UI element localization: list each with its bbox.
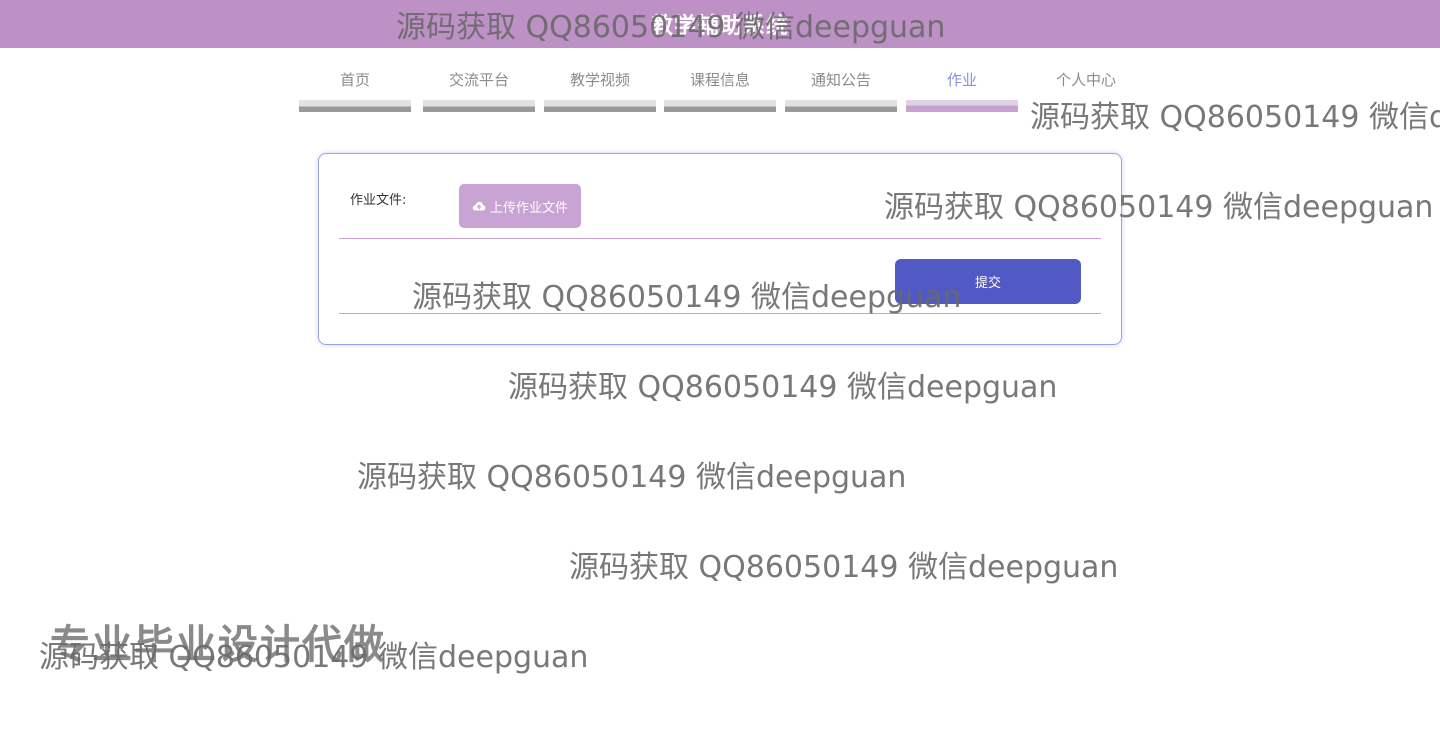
- nav-underline: [423, 100, 535, 112]
- nav-underline-active: [906, 100, 1018, 112]
- site-title: 教学辅助系统: [650, 14, 789, 39]
- main-nav: 首页 交流平台 教学视频 课程信息 通知公告 作业 个人中心: [0, 48, 1440, 128]
- nav-item-home[interactable]: 首页: [299, 70, 411, 112]
- promo-banner-text: 专业毕业设计代做: [50, 622, 386, 668]
- nav-label: 交流平台: [448, 71, 509, 89]
- watermark-text: 源码获取 QQ86050149 微信deepguan: [569, 550, 1119, 585]
- nav-label: 首页: [339, 71, 370, 89]
- upload-homework-button[interactable]: 上传作业文件: [459, 184, 581, 228]
- form-divider: [339, 238, 1101, 239]
- homework-form-card: 作业文件: 上传作业文件 提交: [318, 153, 1122, 345]
- homework-file-label: 作业文件:: [350, 193, 407, 208]
- form-divider: [339, 313, 1101, 314]
- top-header: 教学辅助系统: [0, 0, 1440, 48]
- nav-item-homework[interactable]: 作业: [906, 70, 1018, 112]
- nav-label: 作业: [946, 71, 977, 89]
- nav-underline: [785, 100, 897, 112]
- nav-item-notices[interactable]: 通知公告: [785, 70, 897, 112]
- nav-label: 通知公告: [810, 71, 871, 89]
- cloud-upload-icon: [472, 200, 486, 212]
- nav-underline: [299, 100, 411, 112]
- nav-underline: [664, 100, 776, 112]
- nav-item-courses[interactable]: 课程信息: [664, 70, 776, 112]
- nav-label: 教学视频: [569, 71, 630, 89]
- watermark-text: 源码获取 QQ86050149 微信deepguan: [508, 370, 1058, 405]
- upload-button-label: 上传作业文件: [489, 200, 568, 216]
- nav-underline: [544, 100, 656, 112]
- nav-label: 个人中心: [1055, 71, 1116, 89]
- nav-item-profile[interactable]: 个人中心: [1030, 70, 1142, 112]
- nav-item-forum[interactable]: 交流平台: [423, 70, 535, 112]
- nav-label: 课程信息: [689, 71, 750, 89]
- nav-item-videos[interactable]: 教学视频: [544, 70, 656, 112]
- page: 教学辅助系统 首页 交流平台 教学视频 课程信息 通知公告 作业 个人中心 作业…: [0, 0, 1440, 752]
- watermark-text: 源码获取 QQ86050149 微信deepguan: [357, 460, 907, 495]
- submit-button[interactable]: 提交: [895, 259, 1081, 304]
